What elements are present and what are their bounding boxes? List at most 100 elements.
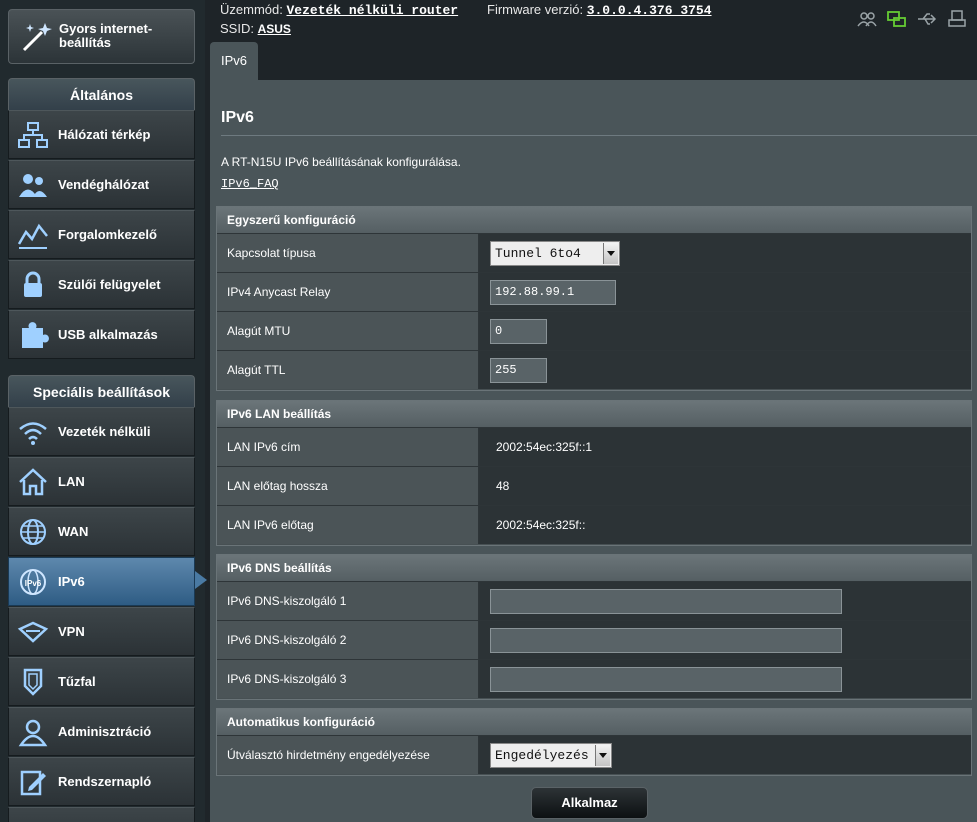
sidebar-item-parental-control[interactable]: Szülői felügyelet <box>8 260 195 309</box>
page-description: A RT-N15U IPv6 beállításának konfigurálá… <box>221 155 461 169</box>
sidebar-item-vpn[interactable]: VPN <box>8 607 195 656</box>
sidebar-item-administration[interactable]: Adminisztráció <box>8 707 195 756</box>
dns-settings-header: IPv6 DNS beállítás <box>217 555 971 582</box>
sidebar-item-label: Forgalomkezelő <box>58 227 157 242</box>
table-row: Alagút MTU 0 <box>217 312 971 351</box>
sidebar-item-network-map[interactable]: Hálózati térkép <box>8 110 195 159</box>
firmware-label: Firmware verzió: <box>487 2 584 17</box>
tab-ipv6[interactable]: IPv6 <box>210 42 258 80</box>
value-cell: 0 <box>479 312 971 350</box>
operation-mode-link[interactable]: Vezeték nélküli router <box>286 3 458 18</box>
firmware-version-link[interactable]: 3.0.0.4.376_3754 <box>587 3 712 18</box>
sidebar-item-label: Vendéghálózat <box>58 177 150 192</box>
network-map-icon <box>18 122 48 148</box>
sidebar-item-label: Hálózati térkép <box>58 127 151 142</box>
table-row: IPv6 DNS-kiszolgáló 1 <box>217 582 971 621</box>
table-row: Útválasztó hirdetmény engedélyezése Enge… <box>217 736 971 775</box>
sidebar-item-guest-network[interactable]: Vendéghálózat <box>8 160 195 209</box>
page-title: IPv6 <box>221 109 254 126</box>
operation-mode-info: Üzemmód: Vezeték nélküli router <box>220 2 458 18</box>
sidebar-item-label: USB alkalmazás <box>58 327 158 342</box>
lan-prefix-length-label: LAN előtag hossza <box>217 467 479 505</box>
active-item-arrow <box>195 571 207 589</box>
ssid-label: SSID: <box>220 21 254 36</box>
connection-type-label: Kapcsolat típusa <box>217 234 479 272</box>
quick-setup-button[interactable]: Gyors internet-beállítás <box>8 9 195 64</box>
clients-icon[interactable] <box>857 10 877 28</box>
sidebar-item-more[interactable] <box>8 807 195 822</box>
sidebar-item-firewall[interactable]: Tűzfal <box>8 657 195 706</box>
ipv6-faq-link[interactable]: IPv6_FAQ <box>221 177 279 191</box>
value-cell: 48 <box>479 467 971 505</box>
sidebar-item-traffic-manager[interactable]: Forgalomkezelő <box>8 210 195 259</box>
value-cell: 2002:54ec:325f:: <box>479 506 971 544</box>
globe-icon <box>20 519 46 545</box>
sidebar-item-ipv6[interactable]: IPv6 IPv6 <box>8 557 195 606</box>
title-divider <box>221 135 977 136</box>
connection-type-select[interactable]: Tunnel 6to4 <box>490 241 620 266</box>
sidebar-item-usb-application[interactable]: USB alkalmazás <box>8 310 195 359</box>
router-advertisement-label: Útválasztó hirdetmény engedélyezése <box>217 736 479 774</box>
svg-text:IPv6: IPv6 <box>25 579 42 588</box>
ssid-link[interactable]: ASUS <box>258 22 291 36</box>
table-row: Alagút TTL 255 <box>217 351 971 390</box>
lock-icon <box>24 271 42 297</box>
operation-mode-label: Üzemmód: <box>220 2 283 17</box>
value-cell: 192.88.99.1 <box>479 273 971 311</box>
auto-config-table: Automatikus konfiguráció Útválasztó hird… <box>216 708 972 776</box>
router-advertisement-value: Engedélyezés <box>495 748 589 763</box>
magic-wand-icon <box>22 23 52 52</box>
dns-settings-table: IPv6 DNS beállítás IPv6 DNS-kiszolgáló 1… <box>216 554 972 700</box>
apply-button[interactable]: Alkalmaz <box>531 787 648 819</box>
table-row: IPv6 DNS-kiszolgáló 2 <box>217 621 971 660</box>
sidebar-item-label: IPv6 <box>58 574 85 589</box>
status-icons <box>857 10 967 28</box>
chevron-down-icon <box>595 745 610 766</box>
puzzle-icon <box>22 322 49 348</box>
connection-type-value: Tunnel 6to4 <box>495 246 581 261</box>
sidebar-item-label: Szülői felügyelet <box>58 277 161 292</box>
sidebar-item-lan[interactable]: LAN <box>8 457 195 506</box>
lan-settings-table: IPv6 LAN beállítás LAN IPv6 cím 2002:54e… <box>216 400 972 546</box>
lan-address-label: LAN IPv6 cím <box>217 428 479 466</box>
sidebar-item-wan[interactable]: WAN <box>8 507 195 556</box>
value-cell: Engedélyezés <box>479 736 971 774</box>
guest-network-icon <box>19 174 47 197</box>
dns2-input[interactable] <box>490 628 842 653</box>
router-advertisement-select[interactable]: Engedélyezés <box>490 743 612 768</box>
lan-prefix-length-value: 48 <box>496 479 510 493</box>
dns3-input[interactable] <box>490 667 842 692</box>
tunnel-ttl-input[interactable]: 255 <box>490 358 547 383</box>
printer-icon[interactable] <box>947 10 967 28</box>
advanced-section-header: Speciális beállítások <box>8 375 195 407</box>
sidebar-item-label: VPN <box>58 624 85 639</box>
quick-setup-label: Gyors internet-beállítás <box>59 21 153 50</box>
home-icon <box>19 468 47 496</box>
table-row: IPv6 DNS-kiszolgáló 3 <box>217 660 971 699</box>
sidebar-item-wireless[interactable]: Vezeték nélküli <box>8 407 195 456</box>
value-cell: 255 <box>479 351 971 389</box>
wifi-icon <box>19 422 47 445</box>
tunnel-mtu-input[interactable]: 0 <box>490 319 547 344</box>
tunnel-mtu-label: Alagút MTU <box>217 312 479 350</box>
sidebar-item-label: LAN <box>58 474 85 489</box>
network-status-icon[interactable] <box>887 10 907 28</box>
dns1-input[interactable] <box>490 589 842 614</box>
sidebar-item-label: Adminisztráció <box>58 724 152 739</box>
chevron-down-icon <box>603 243 618 264</box>
basic-config-table: Egyszerű konfiguráció Kapcsolat típusa T… <box>216 206 972 391</box>
general-section-header: Általános <box>8 78 195 110</box>
value-cell <box>479 621 971 659</box>
lan-prefix-value: 2002:54ec:325f:: <box>496 518 586 532</box>
anycast-relay-input[interactable]: 192.88.99.1 <box>490 280 616 305</box>
router-admin-app: Gyors internet-beállítás Általános Hálóz… <box>0 0 977 822</box>
anycast-relay-label: IPv4 Anycast Relay <box>217 273 479 311</box>
dns2-label: IPv6 DNS-kiszolgáló 2 <box>217 621 479 659</box>
value-cell <box>479 660 971 698</box>
basic-config-header: Egyszerű konfiguráció <box>217 207 971 234</box>
dns3-label: IPv6 DNS-kiszolgáló 3 <box>217 660 479 698</box>
table-row: LAN IPv6 előtag 2002:54ec:325f:: <box>217 506 971 545</box>
usb-icon[interactable] <box>917 10 937 28</box>
sidebar-item-label: WAN <box>58 524 89 539</box>
sidebar-item-system-log[interactable]: Rendszernapló <box>8 757 195 806</box>
